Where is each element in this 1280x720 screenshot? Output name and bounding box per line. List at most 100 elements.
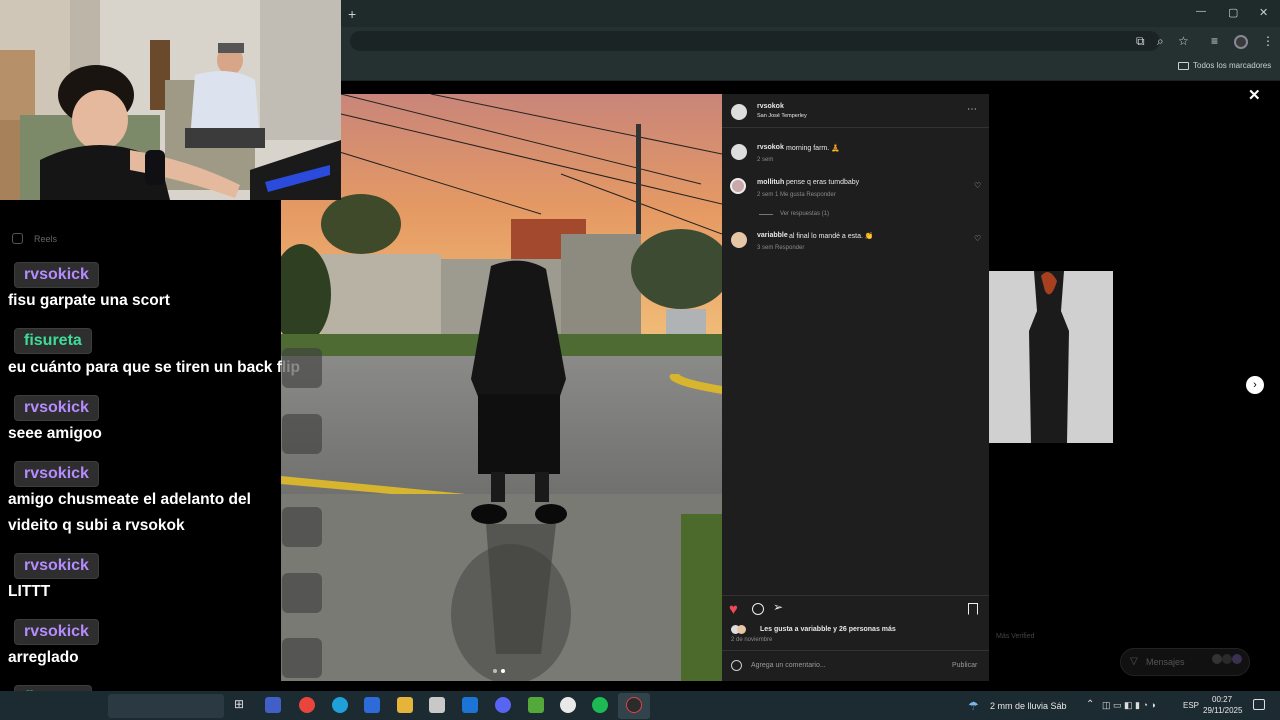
- likes-text[interactable]: Les gusta a variabble y 26 personas más: [760, 626, 896, 633]
- share-icon[interactable]: ➢: [773, 600, 783, 614]
- liker-avatar: [737, 625, 746, 634]
- chrome-icon[interactable]: [299, 697, 315, 713]
- username-text: rvsokick: [24, 557, 89, 574]
- extensions-icon[interactable]: ≡: [1211, 34, 1218, 48]
- faded-label: Más Verified: [996, 633, 1035, 640]
- chat-username[interactable]: rvsokick: [14, 395, 99, 421]
- message-avatar: [1212, 654, 1222, 664]
- divider: [722, 650, 989, 651]
- tray-chevron-icon[interactable]: ⌃: [1086, 699, 1094, 710]
- clock-date[interactable]: 29/11/2025: [1203, 706, 1242, 715]
- message-avatar: [1232, 654, 1242, 664]
- messages-label: Mensajes: [1146, 657, 1185, 667]
- divider: [722, 595, 989, 596]
- chat-username[interactable]: fisureta: [14, 328, 92, 354]
- emoji-icon[interactable]: [731, 660, 742, 671]
- window-close-button[interactable]: ✕: [1259, 6, 1268, 19]
- weather-text[interactable]: 2 mm de lluvia Sáb: [990, 701, 1067, 711]
- chat-username[interactable]: rvsokick: [14, 262, 99, 288]
- spotify-icon[interactable]: [592, 697, 608, 713]
- replies-line: [759, 214, 773, 215]
- address-bar[interactable]: [350, 31, 1160, 51]
- author-avatar[interactable]: [731, 104, 747, 120]
- messages-icon: ▽: [1130, 656, 1138, 667]
- copilot-icon[interactable]: [265, 697, 281, 713]
- zoom-icon[interactable]: ⌕: [1157, 34, 1164, 49]
- chat-message: arreglado: [8, 649, 79, 666]
- language-indicator[interactable]: ESP: [1183, 701, 1199, 710]
- view-replies-link[interactable]: Ver respuestas (1): [780, 211, 829, 217]
- like-comment-icon[interactable]: ♡: [974, 181, 981, 190]
- overlay-ghost-button: [282, 414, 322, 454]
- publish-button[interactable]: Publicar: [952, 662, 977, 669]
- more-options-icon[interactable]: ⋯: [967, 104, 977, 115]
- maximize-button[interactable]: ▢: [1228, 6, 1238, 19]
- save-icon[interactable]: [968, 603, 978, 615]
- profile-avatar[interactable]: [1234, 35, 1248, 49]
- carousel-dot: [493, 669, 497, 673]
- caption-user[interactable]: rvsokok: [757, 144, 784, 151]
- caption-text: morning farm. 🧘: [786, 145, 840, 152]
- chat-message-continued: videito q subi a rvsokok: [8, 517, 185, 534]
- new-tab-button[interactable]: +: [348, 6, 356, 22]
- comment-meta[interactable]: 3 sem Responder: [757, 245, 804, 251]
- carousel-dot-active: [501, 669, 505, 673]
- next-post-thumbnail[interactable]: [989, 271, 1113, 443]
- divider: [722, 127, 989, 128]
- outlook-icon[interactable]: [462, 697, 478, 713]
- caption-time: 2 sem: [757, 157, 774, 163]
- app-icon[interactable]: [429, 697, 445, 713]
- overlay-ghost-button: [282, 638, 322, 678]
- overlay-ghost-button: [282, 507, 322, 547]
- clock-time[interactable]: 00:27: [1212, 695, 1232, 704]
- username-text: rvsokick: [24, 266, 89, 283]
- chat-message: amigo chusmeate el adelanto del: [8, 491, 251, 508]
- edge-icon[interactable]: [332, 697, 348, 713]
- task-view-icon[interactable]: ⊞: [234, 697, 244, 711]
- tray-icons[interactable]: ◫ ▭ ◧ ▮ ◔ ◑: [1102, 700, 1156, 711]
- obs-icon[interactable]: [626, 697, 642, 713]
- comment-text: al final lo mandé a esta. 👏: [789, 233, 874, 240]
- comment-user[interactable]: mollituh: [757, 179, 784, 186]
- username-text: rvsokick: [24, 465, 89, 482]
- file-explorer-icon[interactable]: [397, 697, 413, 713]
- chat-message: LITTT: [8, 583, 51, 600]
- cast-icon[interactable]: ⧉: [1136, 34, 1145, 49]
- bookmark-star-icon[interactable]: ☆: [1178, 34, 1189, 48]
- comment-avatar[interactable]: [730, 178, 746, 194]
- all-bookmarks-link[interactable]: Todos los marcadores: [1193, 61, 1271, 70]
- overlay-ghost-button: [282, 348, 322, 388]
- next-post-button[interactable]: ›: [1246, 376, 1264, 394]
- like-heart-icon[interactable]: ♥: [729, 601, 738, 618]
- minimize-button[interactable]: —: [1196, 6, 1206, 17]
- comment-user[interactable]: variabble: [757, 232, 788, 239]
- post-author[interactable]: rvsokok: [757, 103, 784, 110]
- comment-input[interactable]: Agrega un comentario...: [751, 662, 826, 669]
- notifications-icon[interactable]: [1253, 699, 1265, 710]
- comment-avatar[interactable]: [731, 232, 747, 248]
- caption-avatar[interactable]: [731, 144, 747, 160]
- webcam-feed: [0, 0, 341, 200]
- comment-meta[interactable]: 2 sem 1 Me gusta Responder: [757, 192, 836, 198]
- close-modal-button[interactable]: ✕: [1248, 86, 1261, 104]
- menu-icon[interactable]: ⋮: [1262, 34, 1274, 48]
- chat-message: fisu garpate una scort: [8, 292, 170, 309]
- comment-icon[interactable]: [752, 603, 764, 615]
- chat-username[interactable]: rvsokick: [14, 619, 99, 645]
- discord-icon[interactable]: [495, 697, 511, 713]
- post-image[interactable]: [281, 94, 722, 681]
- username-text: rvsokick: [24, 399, 89, 416]
- post-date: 2 de noviembre: [731, 637, 773, 643]
- minecraft-icon[interactable]: [528, 697, 544, 713]
- search-box[interactable]: [108, 694, 224, 718]
- chat-message: eu cuánto para que se tiren un back flip: [8, 359, 300, 376]
- post-location[interactable]: San José Temperley: [757, 113, 807, 119]
- like-comment-icon[interactable]: ♡: [974, 234, 981, 243]
- chat-username[interactable]: rvsokick: [14, 461, 99, 487]
- comment-text: pense q eras tumdbaby: [786, 179, 860, 186]
- message-avatar: [1222, 654, 1232, 664]
- chatgpt-icon[interactable]: [560, 697, 576, 713]
- chat-username[interactable]: rvsokick: [14, 553, 99, 579]
- chat-header: Reels: [34, 234, 58, 244]
- store-icon[interactable]: [364, 697, 380, 713]
